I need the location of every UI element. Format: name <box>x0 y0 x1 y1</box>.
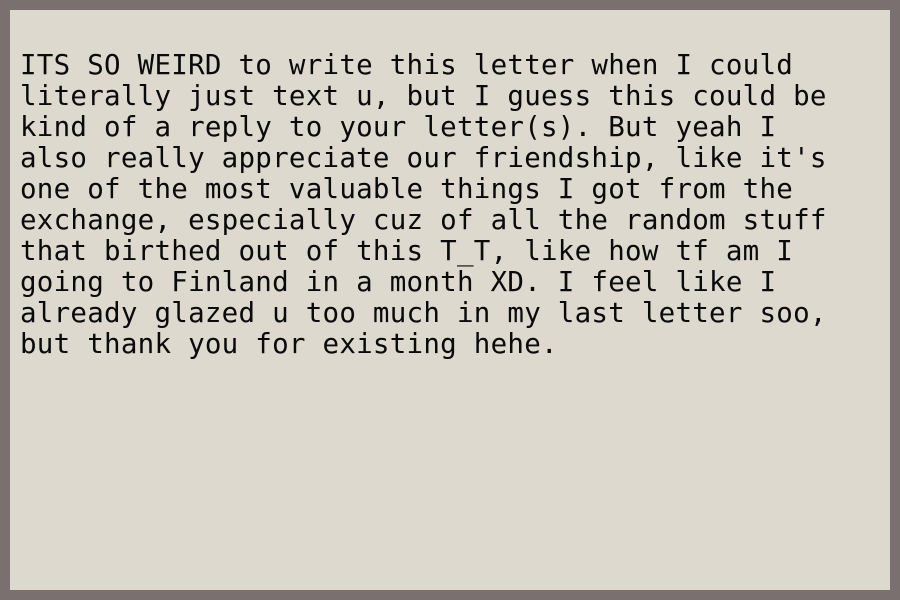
letter-line-3: kind of a reply to your letter(s). But y… <box>20 111 777 143</box>
letter-body: ITS SO WEIRD to write this letter when I… <box>20 50 885 360</box>
letter-line-5: one of the most valuable things I got fr… <box>20 173 794 205</box>
letter-line-4: also really appreciate our friendship, l… <box>20 142 827 174</box>
letter-line-7: that birthed out of this T_T, like how t… <box>20 235 794 267</box>
letter-line-8: going to Finland in a month XD. I feel l… <box>20 266 777 298</box>
letter-line-1: ITS SO WEIRD to write this letter when I… <box>20 49 794 81</box>
letter-line-10: but thank you for existing hehe. <box>20 328 558 360</box>
letter-line-9: already glazed u too much in my last let… <box>20 297 827 329</box>
letter-line-2: literally just text u, but I guess this … <box>20 80 827 112</box>
letter-line-6: exchange, especially cuz of all the rand… <box>20 204 827 236</box>
letter-frame: ITS SO WEIRD to write this letter when I… <box>10 10 890 590</box>
